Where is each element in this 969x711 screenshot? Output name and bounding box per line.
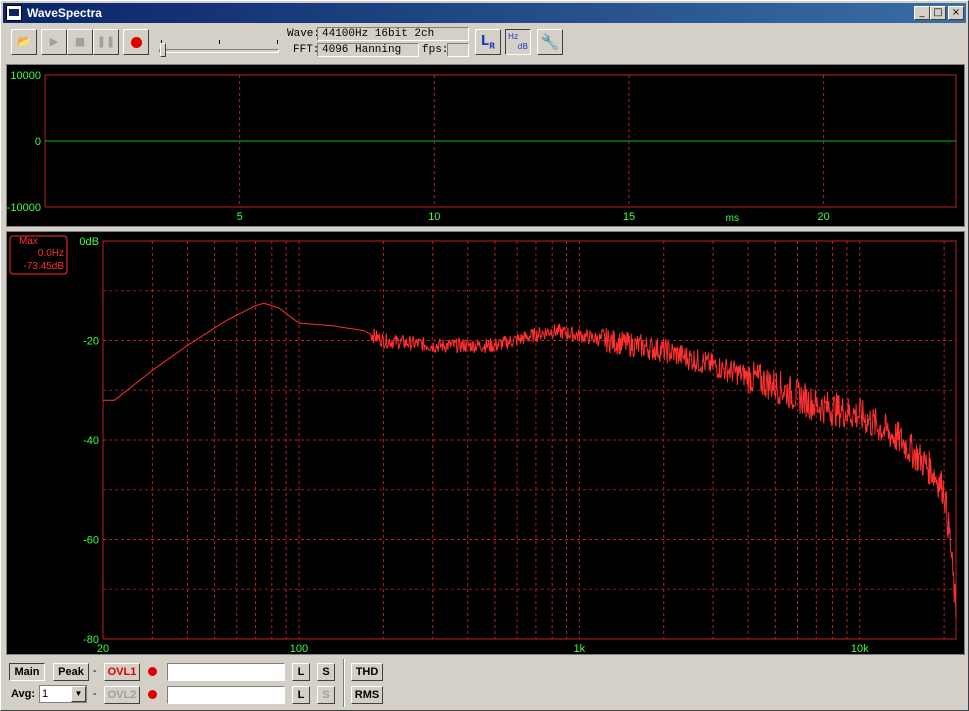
max-frequency: 0.0Hz bbox=[38, 248, 64, 259]
ovl2-field[interactable] bbox=[167, 686, 285, 704]
window-title: WaveSpectra bbox=[27, 6, 102, 20]
divider bbox=[343, 659, 345, 707]
fps-field bbox=[447, 43, 469, 57]
maximize-button[interactable]: □ bbox=[930, 6, 946, 20]
peak-button[interactable]: Peak bbox=[53, 663, 89, 681]
waveform-x-tick: 15 bbox=[623, 211, 635, 223]
db-label: dB bbox=[517, 42, 528, 51]
spectrum-x-tick: 20 bbox=[97, 643, 109, 654]
dash-1: - bbox=[93, 665, 97, 677]
title-bar[interactable]: WaveSpectra _ □ × bbox=[3, 3, 966, 23]
ovl1-field[interactable] bbox=[167, 663, 285, 681]
ovl2-l-button[interactable]: L bbox=[292, 686, 310, 704]
ovl2-s-button[interactable]: S bbox=[317, 686, 335, 704]
ovl1-s-button[interactable]: S bbox=[317, 663, 335, 681]
ovl1-l-button[interactable]: L bbox=[292, 663, 310, 681]
record-button[interactable] bbox=[123, 29, 149, 55]
wave-format-field: 44100Hz 16bit 2ch bbox=[317, 27, 469, 41]
waveform-x-tick: 20 bbox=[818, 211, 830, 223]
stop-icon: ■ bbox=[74, 35, 86, 48]
waveform-y-tick: 0 bbox=[35, 136, 41, 148]
app-icon[interactable] bbox=[6, 5, 22, 21]
avg-value: 1 bbox=[42, 688, 49, 700]
hz-label: Hz bbox=[508, 32, 519, 41]
waveform-plot: 5 10 15 20 ms 10000 0 -10000 bbox=[7, 70, 957, 224]
toolbar: 📂 ▶ ■ ❚❚ Wave: 44100Hz 16bit 2ch FFT: 40… bbox=[3, 24, 966, 62]
channel-lr-button[interactable]: LR bbox=[475, 29, 501, 55]
fft-label: FFT: bbox=[293, 44, 320, 56]
play-icon: ▶ bbox=[49, 35, 59, 48]
fps-label: fps: bbox=[422, 44, 449, 56]
bottom-panel: Main Peak - OVL1 L S THD Avg: 1 ▼ - OVL2… bbox=[3, 657, 966, 709]
play-button[interactable]: ▶ bbox=[41, 29, 67, 55]
spectrum-x-tick: 10k bbox=[851, 643, 869, 654]
app-window: WaveSpectra _ □ × 📂 ▶ ■ ❚❚ Wave: 44100Hz… bbox=[0, 0, 969, 711]
spectrum-y-tick: -40 bbox=[83, 435, 99, 447]
position-slider-thumb[interactable] bbox=[160, 43, 166, 57]
open-file-icon: 📂 bbox=[17, 35, 31, 48]
minimize-button[interactable]: _ bbox=[914, 6, 930, 20]
spectrum-y-tick: -60 bbox=[83, 535, 99, 547]
waveform-x-tick: 5 bbox=[237, 211, 243, 223]
spectrum-y-tick: -20 bbox=[83, 336, 99, 348]
spectrum-panel: 0dB -20 -40 -60 -80 20 100 1k 10k Max 0.0Hz -73.45d… bbox=[6, 231, 965, 655]
open-file-button[interactable]: 📂 bbox=[11, 29, 37, 55]
spectrum-y-tick: 0dB bbox=[79, 236, 99, 248]
waveform-y-tick: 10000 bbox=[10, 70, 41, 82]
close-button[interactable]: × bbox=[948, 6, 964, 20]
thd-button[interactable]: THD bbox=[351, 663, 383, 681]
ovl1-indicator: OVL1 bbox=[104, 663, 140, 681]
spectrum-x-tick: 1k bbox=[574, 643, 586, 654]
record-icon bbox=[147, 689, 157, 699]
pause-icon: ❚❚ bbox=[96, 35, 116, 48]
waveform-x-tick: 10 bbox=[428, 211, 440, 223]
settings-button[interactable]: 🔧 bbox=[537, 29, 563, 55]
position-slider[interactable] bbox=[159, 49, 279, 53]
avg-label: Avg: bbox=[11, 688, 36, 700]
avg-select[interactable]: 1 ▼ bbox=[39, 685, 87, 703]
channel-lr-icon: LR bbox=[480, 34, 496, 51]
spectrum-plot: 0dB-20-40-60-8020 100 1k 10kMax0.0Hz-73.45d… bbox=[9, 235, 957, 655]
max-label: Max bbox=[19, 236, 38, 247]
spectrum-x-tick: 100 bbox=[290, 643, 308, 654]
wrench-icon: 🔧 bbox=[540, 33, 560, 51]
position-slider-ticks bbox=[161, 40, 279, 46]
ovl2-record-button[interactable] bbox=[143, 686, 161, 704]
spectrum-curve bbox=[103, 302, 957, 618]
ovl2-indicator: OVL2 bbox=[104, 686, 140, 704]
hz-db-scale-button[interactable]: Hz dB bbox=[505, 29, 531, 55]
fft-setting-field: 4096 Hanning bbox=[317, 43, 419, 57]
ovl1-record-button[interactable] bbox=[143, 663, 161, 681]
rms-button[interactable]: RMS bbox=[351, 686, 383, 704]
pause-button[interactable]: ❚❚ bbox=[93, 29, 119, 55]
chevron-down-icon[interactable]: ▼ bbox=[71, 686, 86, 702]
waveform-x-unit: ms bbox=[726, 213, 739, 224]
dash-2: - bbox=[93, 688, 97, 700]
waveform-panel: 5 10 15 20 ms 10000 0 -10000 bbox=[6, 64, 965, 227]
record-icon bbox=[130, 36, 142, 48]
max-level: -73.45dB bbox=[23, 261, 64, 272]
wave-label: Wave: bbox=[287, 28, 321, 40]
main-button[interactable]: Main bbox=[9, 663, 45, 681]
waveform-y-tick: -10000 bbox=[7, 202, 41, 214]
record-icon bbox=[147, 666, 157, 676]
stop-button[interactable]: ■ bbox=[67, 29, 93, 55]
